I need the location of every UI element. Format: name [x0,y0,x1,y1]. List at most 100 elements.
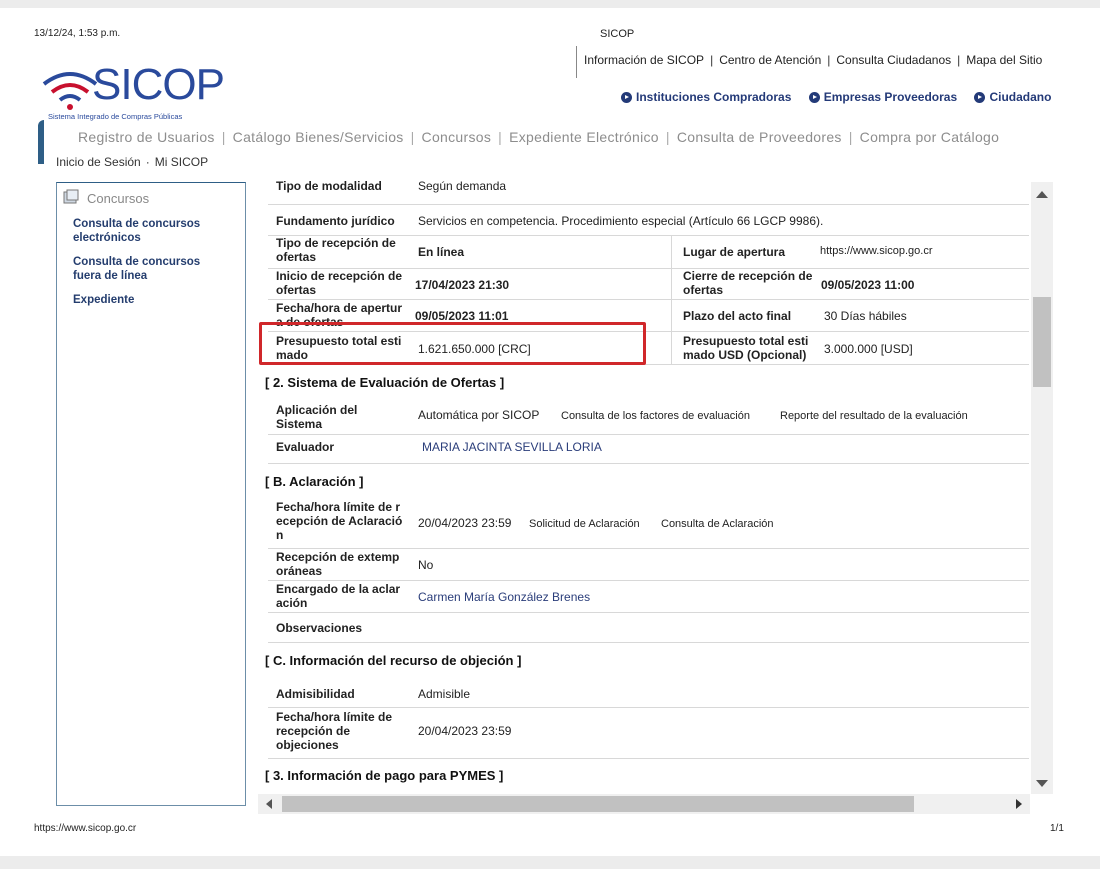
label: Evaluador [276,440,335,454]
vertical-scroll-thumb[interactable] [1033,297,1051,387]
nav-empresas-label: Empresas Proveedoras [823,90,958,104]
label-line: Encargado de la aclar [276,582,401,596]
label: Presupuesto total esti mado USD (Opcional… [683,334,808,362]
horizontal-scrollbar[interactable] [258,794,1030,814]
sicop-logo[interactable]: SICOP Sistema Integrado de Compras Públi… [40,60,230,122]
label-line: Aplicación del [276,403,358,417]
label-line: ecepción de Aclaració [276,514,403,528]
top-link-informacion[interactable]: Información de SICOP [584,53,704,67]
scroll-up-icon[interactable] [1036,191,1048,198]
label-line: ofertas [276,283,317,297]
left-link-line: Consulta de concursos [73,256,201,268]
label: Fecha/hora límite de r ecepción de Aclara… [276,500,402,542]
label-line: ación [276,596,308,610]
label: Aplicación del Sistema [276,403,357,431]
top-link-consulta-ciudadanos[interactable]: Consulta Ciudadanos [836,53,951,67]
left-link-concursos-fuera-linea[interactable]: Consulta de concursos fuera de línea [73,255,200,283]
row-evaluador: Evaluador MARIA JACINTA SEVILLA LORIA [268,435,1029,464]
factores-evaluacion-link[interactable]: Consulta de los factores de evaluación [561,410,750,422]
scroll-left-icon[interactable] [266,799,272,809]
row-observaciones: Observaciones [268,613,1029,643]
value: Según demanda [418,179,507,193]
row-aplicacion: Aplicación del Sistema Automática por SIC… [268,400,1029,435]
mi-sicop-link[interactable]: Mi SICOP [155,155,208,169]
top-link-mapa-sitio[interactable]: Mapa del Sitio [966,53,1042,67]
main-nav-concursos[interactable]: Concursos [422,129,492,145]
label: Inicio de recepción de ofertas [276,269,402,297]
label: Admisibilidad [276,687,355,701]
row-admisibilidad: Admisibilidad Admisible [268,678,1029,708]
value: 17/04/2023 21:30 [415,278,510,292]
scroll-down-icon[interactable] [1036,780,1048,787]
label-line: ofertas [683,283,724,297]
login-link[interactable]: Inicio de Sesión [56,155,141,169]
section-c-title: [ C. Información del recurso de objeción… [265,653,522,668]
main-nav-compra-catalogo[interactable]: Compra por Catálogo [860,129,1000,145]
left-link-concursos-electronicos[interactable]: Consulta de concursos electrónicos [73,217,200,245]
value: 09/05/2023 11:01 [415,309,509,323]
label: Recepción de extemp oráneas [276,550,399,578]
left-link-line: Expediente [73,294,135,306]
arrow-circle-icon [621,91,632,103]
section-3-title: [ 3. Información de pago para PYMES ] [265,768,504,783]
nav-ciudadano-label: Ciudadano [989,90,1052,104]
nav-instituciones[interactable]: Instituciones Compradoras [621,90,791,104]
print-datetime: 13/12/24, 1:53 p.m. [34,28,121,39]
left-panel-title: Concursos [87,191,150,206]
evaluador-link[interactable]: MARIA JACINTA SEVILLA LORIA [422,440,602,454]
label-line: n [276,528,284,542]
label-line: Fecha/hora límite de [276,710,393,724]
row-fecha-limite-aclaracion: Fecha/hora límite de r ecepción de Aclara… [268,498,1029,549]
value: Servicios en competencia. Procedimiento … [418,214,824,228]
nav-ciudadano[interactable]: Ciudadano [974,90,1051,104]
label: Fecha/hora límite de recepción de objecion… [276,710,392,752]
print-footer-url: https://www.sicop.go.cr [34,823,137,834]
label: Lugar de apertura [683,245,786,259]
label-line: ofertas [276,250,317,264]
left-link-line: Consulta de concursos [73,218,201,230]
left-link-expediente[interactable]: Expediente [73,293,134,307]
label: Tipo de recepción de ofertas [276,236,396,264]
value: Automática por SICOP [418,408,540,422]
section-2-title: [ 2. Sistema de Evaluación de Ofertas ] [265,375,505,390]
session-links: Inicio de Sesión · Mi SICOP [56,155,209,169]
main-nav-catalogo[interactable]: Catálogo Bienes/Servicios [233,129,404,145]
box-icon [63,189,79,210]
top-link-centro-atencion[interactable]: Centro de Atención [719,53,821,67]
logo-subtitle: Sistema Integrado de Compras Públicas [48,112,183,121]
label-line: recepción de [276,724,351,738]
scroll-right-icon[interactable] [1016,799,1022,809]
nav-instituciones-label: Instituciones Compradoras [636,90,792,104]
encargado-link[interactable]: Carmen María González Brenes [418,590,590,604]
label: Encargado de la aclar ación [276,582,400,610]
row-recepcion-extemporaneas: Recepción de extemp oráneas No [268,549,1029,581]
main-nav-proveedores[interactable]: Consulta de Proveedores [677,129,842,145]
vertical-scrollbar[interactable] [1031,182,1053,794]
nav-accent-bar [38,120,44,164]
label-line: Inicio de recepción de [276,269,403,283]
horizontal-scroll-thumb[interactable] [282,796,914,812]
left-panel: Concursos Consulta de concursos electrón… [56,182,246,806]
section-b-title: [ B. Aclaración ] [265,474,364,489]
label: Plazo del acto final [683,309,792,323]
top-links: Información de SICOP | Centro de Atención |… [584,53,1043,67]
arrow-circle-icon [974,91,986,103]
highlight-box [259,322,646,365]
main-nav-registro[interactable]: Registro de Usuarios [78,129,215,145]
label-line: Tipo de recepción de [276,236,396,250]
value: https://www.sicop.go.cr [820,245,933,257]
label-line: mado USD (Opcional) [683,348,807,362]
consulta-aclaracion-link[interactable]: Consulta de Aclaración [661,518,774,530]
solicitud-aclaracion-link[interactable]: Solicitud de Aclaración [529,518,640,530]
row-encargado: Encargado de la aclar ación Carmen María … [268,581,1029,613]
main-nav-expediente[interactable]: Expediente Electrónico [509,129,659,145]
row-inicio-recepcion: Inicio de recepción de ofertas 17/04/2023… [268,269,1029,300]
user-type-nav: Instituciones Compradoras Empresas Prove… [607,90,1051,106]
label: Cierre de recepción de ofertas [683,269,812,297]
row-tipo-recepcion: Tipo de recepción de ofertas En línea Lug… [268,236,1029,269]
row-tipo-modalidad: Tipo de modalidad Según demanda [268,176,1029,205]
nav-empresas[interactable]: Empresas Proveedoras [808,90,958,104]
value: Admisible [418,687,471,701]
row-fundamento: Fundamento jurídico Servicios en compete… [268,205,1029,236]
reporte-evaluacion-link[interactable]: Reporte del resultado de la evaluación [780,410,968,422]
